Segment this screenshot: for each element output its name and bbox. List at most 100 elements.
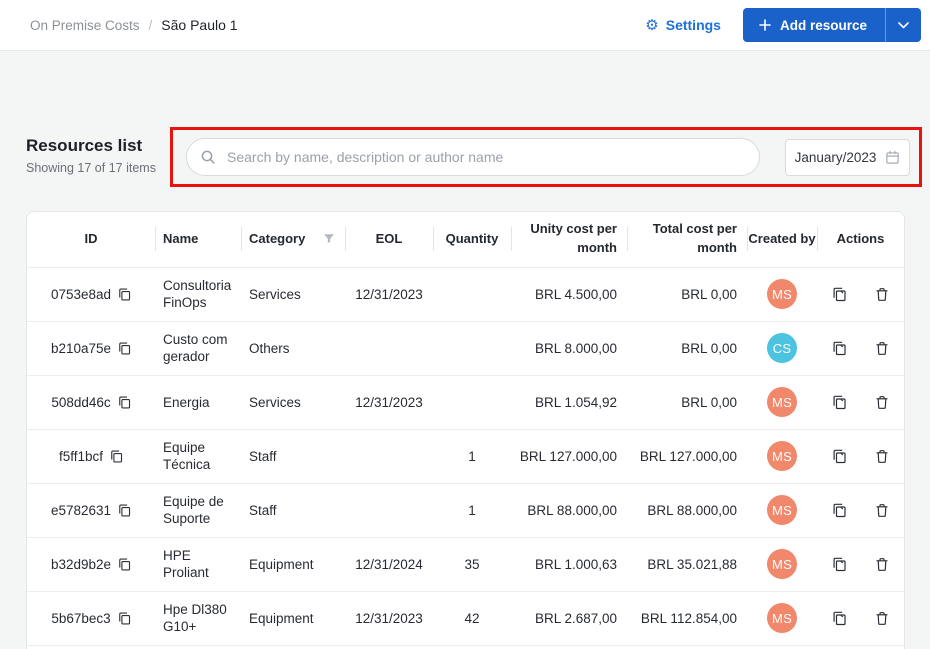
month-picker-value: January/2023 <box>794 150 877 165</box>
resources-table: ID Name Category EOL Quantity Unity cost… <box>27 212 904 649</box>
page-title: Resources list <box>26 136 143 155</box>
column-header-category-label: Category <box>249 230 306 246</box>
resource-id-cell: b32d9b2e <box>27 537 155 592</box>
resource-unit-cost: BRL 8.000,00 <box>511 321 627 376</box>
resource-id: 0753e8ad <box>50 286 112 302</box>
column-header-unit-cost: Unity cost per month <box>511 212 627 268</box>
trash-icon <box>875 449 889 464</box>
resource-unit-cost: BRL 2.687,00 <box>511 591 627 646</box>
duplicate-button[interactable] <box>832 557 847 572</box>
avatar: MS <box>767 549 797 579</box>
duplicate-button[interactable] <box>832 287 847 302</box>
copy-icon <box>118 396 131 409</box>
resource-eol: 12/31/2023 <box>345 645 433 649</box>
copy-id-button[interactable] <box>110 450 123 463</box>
resource-category: Services <box>241 267 345 322</box>
copy-id-button[interactable] <box>118 558 131 571</box>
month-picker[interactable]: January/2023 <box>785 139 910 176</box>
resource-eol: 12/31/2023 <box>345 375 433 430</box>
add-resource-dropdown-button[interactable] <box>885 8 921 42</box>
resource-id-cell: 0753e8ad <box>27 267 155 322</box>
resource-name: Custo com gerador <box>155 321 241 376</box>
duplicate-icon <box>832 395 847 410</box>
actions-cell <box>817 591 904 646</box>
resource-total-cost: BRL 88.000,00 <box>627 483 747 538</box>
settings-label: Settings <box>665 17 721 33</box>
actions-cell <box>817 429 904 484</box>
avatar: CS <box>767 333 797 363</box>
settings-button[interactable]: ⚙ Settings <box>645 17 721 33</box>
breadcrumb-parent-link[interactable]: On Premise Costs <box>30 18 140 33</box>
search-input[interactable] <box>186 138 760 176</box>
resource-category: Equipment <box>241 537 345 592</box>
resource-unit-cost: BRL 1.000,63 <box>511 537 627 592</box>
resource-category: Services <box>241 375 345 430</box>
resource-category: Licenses <box>241 645 345 649</box>
table-row: 5b67bec3 Hpe Dl380 G10+ Equipment 12/31/… <box>27 591 904 646</box>
actions-cell <box>817 645 904 649</box>
resource-unit-cost: BRL 4.500,00 <box>511 267 627 322</box>
resource-category: Staff <box>241 483 345 538</box>
resources-table-card: ID Name Category EOL Quantity Unity cost… <box>26 211 905 649</box>
resource-id-cell: f5ff1bcf <box>27 429 155 484</box>
delete-button[interactable] <box>875 503 889 518</box>
resource-id-cell: b210a75e <box>27 321 155 376</box>
delete-button[interactable] <box>875 341 889 356</box>
trash-icon <box>875 611 889 626</box>
resource-quantity <box>433 375 511 430</box>
resource-id-cell: 508dd46c <box>27 375 155 430</box>
actions-cell <box>817 321 904 376</box>
actions-cell <box>817 267 904 322</box>
copy-id-button[interactable] <box>118 342 131 355</box>
calendar-icon <box>885 150 900 165</box>
topbar: On Premise Costs / São Paulo 1 ⚙ Setting… <box>0 0 930 51</box>
resource-quantity <box>433 267 511 322</box>
table-row: e5782631 Equipe de Suporte Staff 1 BRL 8… <box>27 483 904 538</box>
resource-name: Energia <box>155 375 241 430</box>
resource-total-cost: BRL 0,00 <box>627 321 747 376</box>
column-header-id: ID <box>27 212 155 268</box>
copy-id-button[interactable] <box>118 288 131 301</box>
delete-button[interactable] <box>875 287 889 302</box>
duplicate-button[interactable] <box>832 611 847 626</box>
table-row: f5ff1bcf Equipe Técnica Staff 1 BRL 127.… <box>27 429 904 484</box>
copy-id-button[interactable] <box>118 396 131 409</box>
delete-button[interactable] <box>875 395 889 410</box>
resource-eol: 12/31/2023 <box>345 267 433 322</box>
table-row: 0753e8ad Consultoria FinOps Services 12/… <box>27 267 904 322</box>
trash-icon <box>875 503 889 518</box>
resource-quantity <box>433 321 511 376</box>
resource-name: Hpe Dl380 G10+ <box>155 591 241 646</box>
table-row: b32d9b2e HPE Proliant Equipment 12/31/20… <box>27 537 904 592</box>
copy-id-button[interactable] <box>118 504 131 517</box>
topbar-actions: ⚙ Settings Add resource <box>645 8 921 42</box>
duplicate-icon <box>832 557 847 572</box>
column-header-created-by: Created by <box>747 212 817 268</box>
trash-icon <box>875 341 889 356</box>
resource-id: 508dd46c <box>51 394 111 410</box>
gear-icon: ⚙ <box>645 16 659 34</box>
duplicate-button[interactable] <box>832 341 847 356</box>
table-row: b210a75e Custo com gerador Others BRL 8.… <box>27 321 904 376</box>
copy-id-button[interactable] <box>118 612 131 625</box>
resource-total-cost: BRL 35.021,88 <box>627 537 747 592</box>
delete-button[interactable] <box>875 557 889 572</box>
add-resource-button[interactable]: Add resource <box>743 8 885 42</box>
resource-eol <box>345 321 433 376</box>
delete-button[interactable] <box>875 611 889 626</box>
duplicate-button[interactable] <box>832 503 847 518</box>
column-header-quantity: Quantity <box>433 212 511 268</box>
main-content: Resources list Showing 17 of 17 items Ja… <box>0 51 930 649</box>
resource-total-cost: BRL 127.000,00 <box>627 429 747 484</box>
search-icon <box>200 149 216 170</box>
resource-unit-cost: BRL 1.054,92 <box>511 375 627 430</box>
delete-button[interactable] <box>875 449 889 464</box>
duplicate-button[interactable] <box>832 395 847 410</box>
items-count-summary: Showing 17 of 17 items <box>26 161 156 175</box>
resource-id: b210a75e <box>50 340 112 356</box>
duplicate-icon <box>832 449 847 464</box>
avatar: MS <box>767 441 797 471</box>
category-filter-icon[interactable] <box>323 233 335 245</box>
duplicate-button[interactable] <box>832 449 847 464</box>
avatar: MS <box>767 495 797 525</box>
